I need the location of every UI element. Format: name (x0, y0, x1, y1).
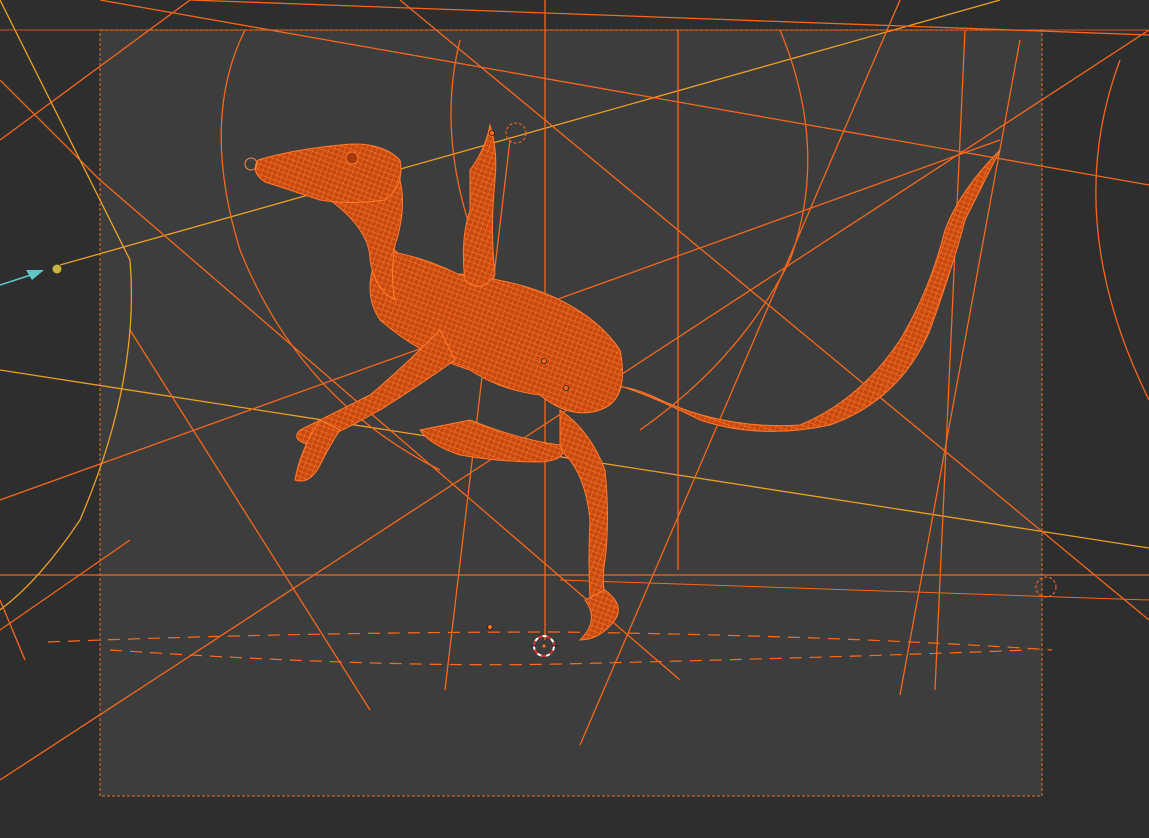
viewport-canvas[interactable] (0, 0, 1149, 838)
3d-viewport[interactable]: camera-view wireframe (0, 0, 1149, 838)
light-handle[interactable] (0, 264, 62, 286)
